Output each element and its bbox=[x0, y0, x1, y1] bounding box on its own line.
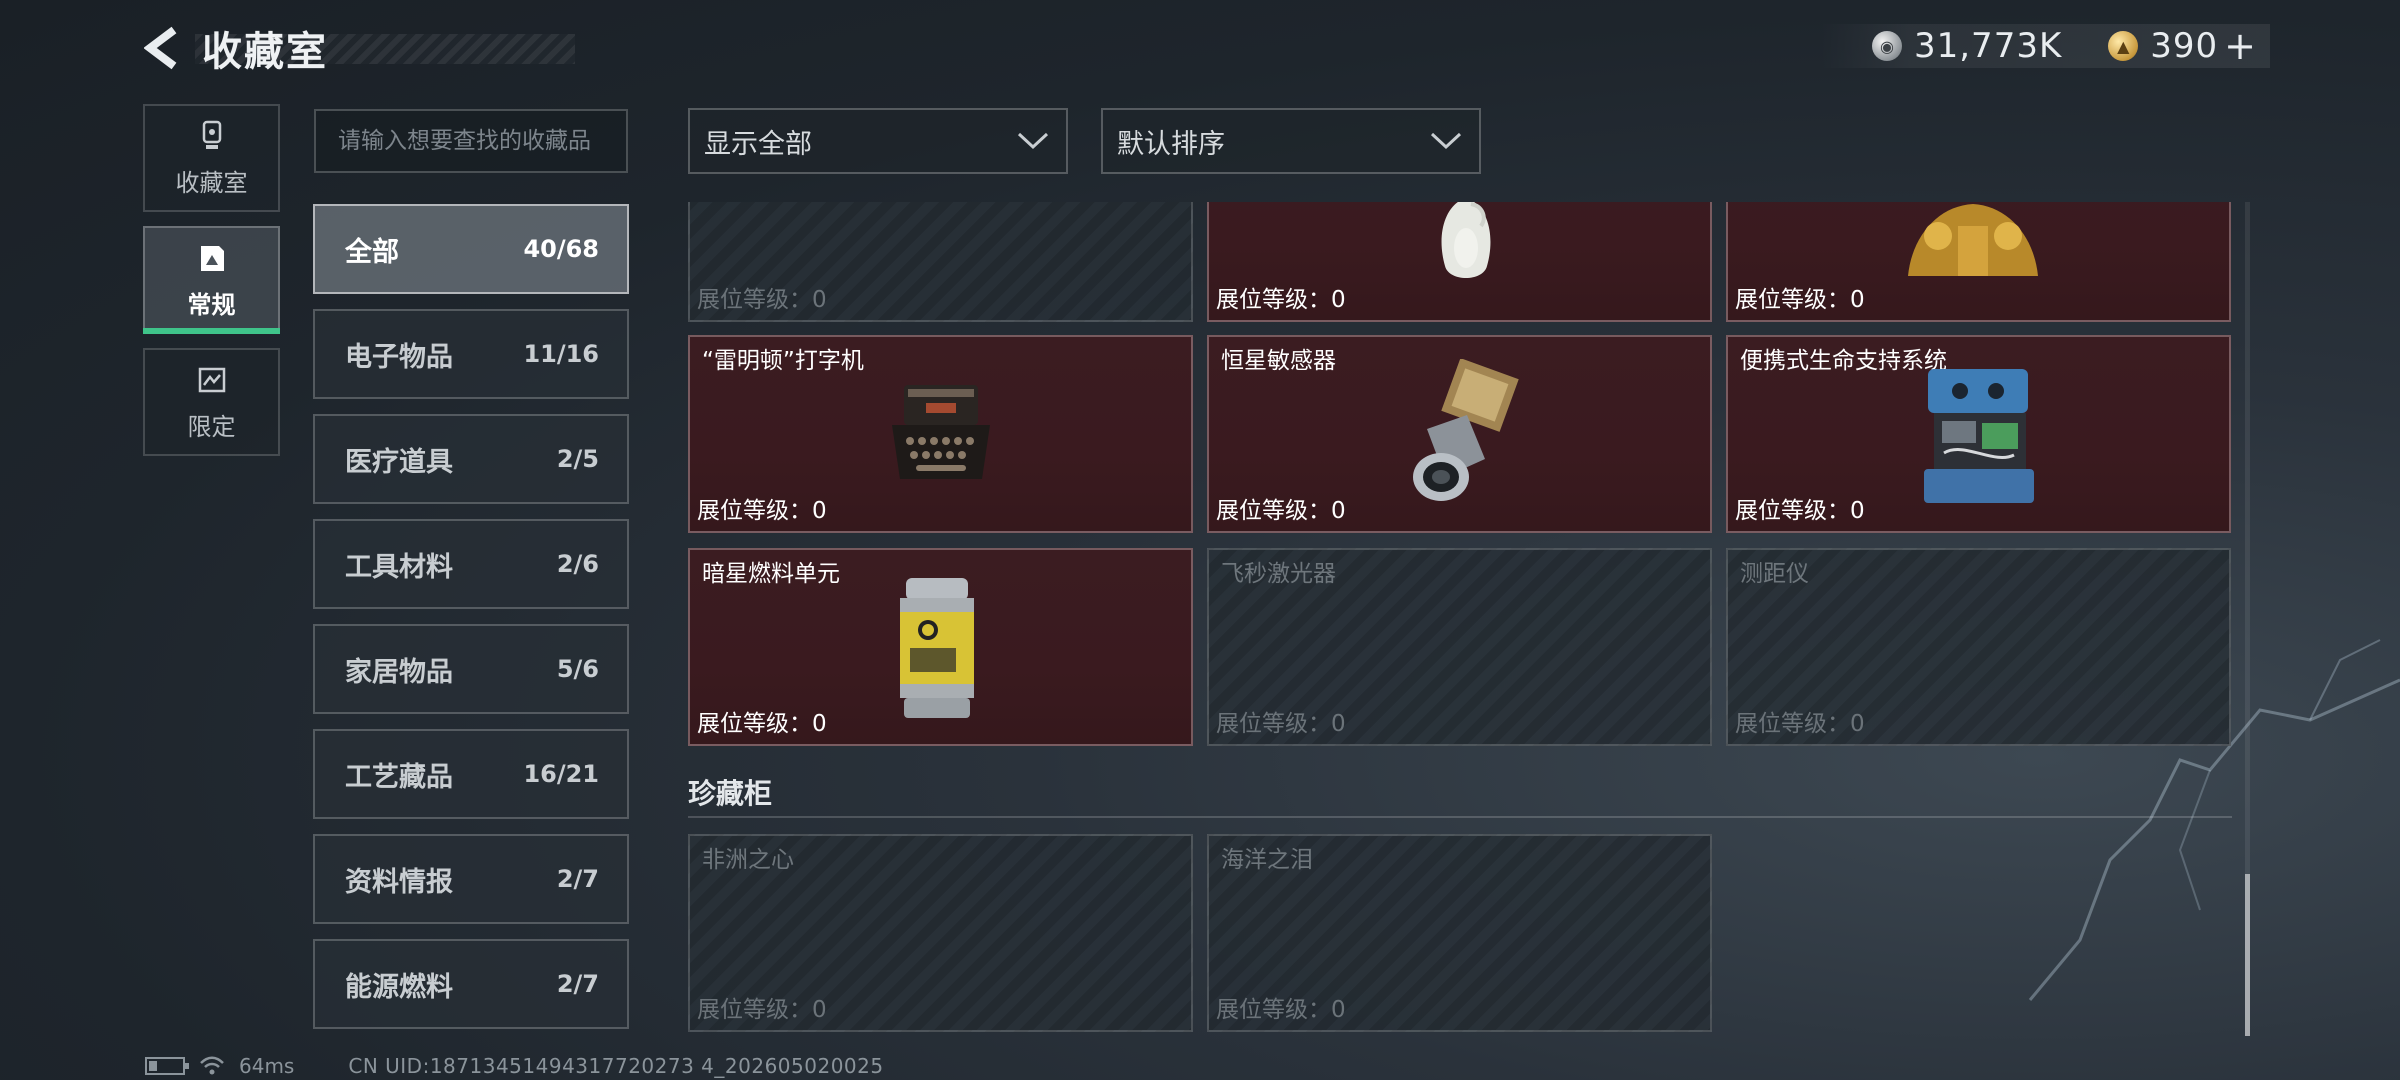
collection-card[interactable]: 展位等级：0 bbox=[1207, 202, 1712, 322]
fuel-cell-icon bbox=[900, 578, 974, 718]
item-name: 非洲之心 bbox=[702, 847, 794, 873]
collection-card[interactable]: 飞秒激光器 展位等级：0 bbox=[1207, 548, 1712, 746]
chevron-down-icon bbox=[1017, 132, 1049, 150]
tab-label: 常规 bbox=[187, 290, 236, 319]
tab-label: 收藏室 bbox=[175, 168, 248, 197]
booth-level: 展位等级：0 bbox=[1216, 711, 1346, 737]
display-filter-dropdown[interactable]: 显示全部 bbox=[688, 108, 1068, 174]
back-arrow-icon bbox=[144, 26, 177, 70]
booth-level: 展位等级：0 bbox=[1216, 498, 1346, 524]
currency-bar: ◉ 31,773K ▲ 390 + bbox=[1819, 24, 2270, 68]
category-count: 5/6 bbox=[556, 655, 599, 683]
booth-level: 展位等级：0 bbox=[697, 498, 827, 524]
collection-card[interactable]: 展位等级：0 bbox=[1726, 202, 2231, 322]
search-box bbox=[314, 109, 628, 173]
user-uid: CN UID:18713451494317720273 4_2026050200… bbox=[348, 1054, 884, 1078]
category-count: 40/68 bbox=[523, 235, 599, 263]
collection-card[interactable]: 便携式生命支持系统 展位等级：0 bbox=[1726, 335, 2231, 533]
scrollbar-thumb[interactable] bbox=[2245, 874, 2250, 1036]
vase-icon bbox=[1441, 202, 1491, 278]
category-name: 医疗道具 bbox=[345, 446, 453, 478]
category-count: 2/7 bbox=[556, 865, 599, 893]
collection-card[interactable]: “雷明顿”打字机 展位等级：0 bbox=[688, 335, 1193, 533]
page-title: 收藏室 bbox=[202, 29, 328, 75]
item-name: 测距仪 bbox=[1740, 561, 1809, 587]
showcase-section-title: 珍藏柜 bbox=[688, 777, 773, 810]
star-sensor-icon bbox=[1413, 359, 1519, 501]
showcase-card[interactable]: 海洋之泪 展位等级：0 bbox=[1207, 834, 1712, 1032]
side-tabs: 收藏室 常规 限定 bbox=[143, 104, 280, 470]
category-tools[interactable]: 工具材料 2/6 bbox=[313, 519, 629, 609]
trophy-icon bbox=[202, 120, 221, 149]
gallery-icon bbox=[200, 245, 224, 271]
silver-balance: 31,773K bbox=[1913, 26, 2063, 66]
collection-card[interactable]: 测距仪 展位等级：0 bbox=[1726, 548, 2231, 746]
scrollbar[interactable] bbox=[2245, 202, 2250, 1036]
booth-level: 展位等级：0 bbox=[1735, 711, 1865, 737]
sort-value: 默认排序 bbox=[1117, 128, 1225, 160]
category-name: 工艺藏品 bbox=[345, 761, 453, 793]
search-input[interactable] bbox=[338, 128, 604, 154]
category-electronics[interactable]: 电子物品 11/16 bbox=[313, 309, 629, 399]
collection-card[interactable]: 恒星敏感器 展位等级：0 bbox=[1207, 335, 1712, 533]
display-filter-value: 显示全部 bbox=[704, 128, 812, 160]
limited-icon bbox=[198, 367, 225, 392]
tab-collection-room[interactable]: 收藏室 bbox=[143, 104, 280, 212]
gold-balance: 390 bbox=[2150, 26, 2219, 66]
category-name: 家居物品 bbox=[345, 656, 453, 688]
category-count: 2/6 bbox=[556, 550, 599, 578]
tab-regular[interactable]: 常规 bbox=[143, 226, 280, 334]
booth-level: 展位等级：0 bbox=[697, 711, 827, 737]
category-crafts[interactable]: 工艺藏品 16/21 bbox=[313, 729, 629, 819]
item-name: “雷明顿”打字机 bbox=[702, 348, 864, 374]
item-name: 暗星燃料单元 bbox=[702, 561, 840, 587]
header: 收藏室 bbox=[140, 22, 328, 75]
tab-limited[interactable]: 限定 bbox=[143, 348, 280, 456]
life-support-icon bbox=[1924, 369, 2034, 503]
collection-card[interactable]: 暗星燃料单元 展位等级：0 bbox=[688, 548, 1193, 746]
ping-value: 64ms bbox=[239, 1054, 295, 1078]
booth-level: 展位等级：0 bbox=[1216, 287, 1346, 313]
add-currency-button[interactable]: + bbox=[2224, 24, 2256, 68]
item-name: 飞秒激光器 bbox=[1221, 561, 1336, 587]
chevron-down-icon bbox=[1430, 132, 1462, 150]
category-name: 能源燃料 bbox=[345, 971, 453, 1003]
category-intel[interactable]: 资料情报 2/7 bbox=[313, 834, 629, 924]
category-count: 16/21 bbox=[523, 760, 599, 788]
item-name: 海洋之泪 bbox=[1221, 847, 1313, 873]
golden-statue-icon bbox=[1908, 204, 2038, 276]
category-name: 全部 bbox=[345, 236, 399, 268]
booth-level: 展位等级：0 bbox=[1735, 498, 1865, 524]
typewriter-icon bbox=[892, 385, 990, 479]
category-household[interactable]: 家居物品 5/6 bbox=[313, 624, 629, 714]
category-list: 全部 40/68 电子物品 11/16 医疗道具 2/5 工具材料 2/6 家居… bbox=[313, 204, 629, 1044]
showcase-card[interactable]: 非洲之心 展位等级：0 bbox=[688, 834, 1193, 1032]
booth-level: 展位等级：0 bbox=[697, 997, 827, 1023]
category-medical[interactable]: 医疗道具 2/5 bbox=[313, 414, 629, 504]
collection-card[interactable]: 展位等级：0 bbox=[688, 202, 1193, 322]
wifi-icon bbox=[200, 1056, 224, 1075]
category-name: 电子物品 bbox=[345, 341, 453, 373]
back-button[interactable] bbox=[140, 22, 188, 74]
battery-icon bbox=[145, 1057, 189, 1075]
booth-level: 展位等级：0 bbox=[1735, 287, 1865, 313]
item-name: 恒星敏感器 bbox=[1221, 348, 1336, 374]
booth-level: 展位等级：0 bbox=[697, 287, 827, 313]
category-count: 2/5 bbox=[556, 445, 599, 473]
booth-level: 展位等级：0 bbox=[1216, 997, 1346, 1023]
category-all[interactable]: 全部 40/68 bbox=[313, 204, 629, 294]
gold-coin-icon: ▲ bbox=[2108, 31, 2139, 61]
silver-coin-icon: ◉ bbox=[1871, 31, 1902, 61]
category-count: 2/7 bbox=[556, 970, 599, 998]
status-footer: 64ms CN UID:18713451494317720273 4_20260… bbox=[145, 1054, 884, 1078]
category-name: 资料情报 bbox=[345, 866, 453, 898]
category-name: 工具材料 bbox=[345, 551, 453, 583]
collection-grid: 展位等级：0 展位等级：0 展位等级：0 “雷明顿”打字机 展位等级：0 恒星敏… bbox=[686, 202, 2234, 1036]
sort-dropdown[interactable]: 默认排序 bbox=[1101, 108, 1481, 174]
category-energy[interactable]: 能源燃料 2/7 bbox=[313, 939, 629, 1029]
category-count: 11/16 bbox=[523, 340, 599, 368]
section-divider bbox=[688, 816, 2232, 818]
tab-label: 限定 bbox=[187, 412, 236, 441]
